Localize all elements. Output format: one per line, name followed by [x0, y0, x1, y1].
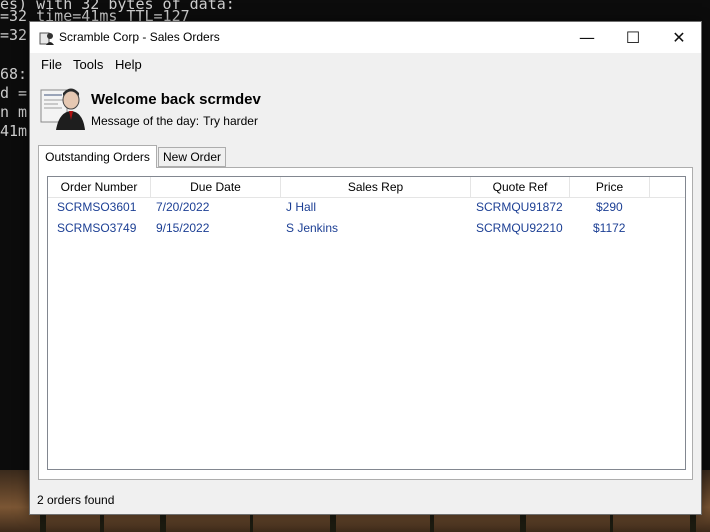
due-date-cell: 7/20/2022 — [156, 200, 210, 214]
close-button[interactable]: ✕ — [656, 22, 702, 53]
menu-tools[interactable]: Tools — [73, 57, 103, 72]
motd-text: Try harder — [203, 114, 258, 128]
welcome-message: Welcome back scrmdev — [91, 91, 261, 108]
terminal-line: n m — [0, 103, 28, 121]
menu-bar: File Tools Help — [30, 53, 701, 76]
column-header-quote-ref[interactable]: Quote Ref — [471, 177, 570, 197]
terminal-line: =32 — [0, 26, 28, 44]
column-header-sales-rep[interactable]: Sales Rep — [281, 177, 471, 197]
welcome-header: Welcome back scrmdev Message of the day:… — [30, 76, 701, 134]
order-row[interactable]: SCRMSO3601 7/20/2022 J Hall SCRMQU91872 … — [48, 197, 685, 218]
sales-orders-window: Scramble Corp - Sales Orders — ☐ ✕ File … — [29, 21, 702, 515]
sales-rep-cell: S Jenkins — [286, 221, 339, 235]
tab-new-order[interactable]: New Order — [158, 147, 226, 167]
menu-file[interactable]: File — [41, 57, 62, 72]
sales-rep-cell: J Hall — [286, 200, 317, 214]
column-header-order-number[interactable]: Order Number — [48, 177, 151, 197]
order-number-cell: SCRMSO3601 — [57, 200, 137, 214]
price-cell: $1172 — [593, 221, 626, 235]
maximize-button[interactable]: ☐ — [610, 22, 656, 53]
message-of-the-day: Message of the day: Try harder — [91, 114, 258, 128]
menu-help[interactable]: Help — [115, 57, 142, 72]
minimize-button[interactable]: — — [564, 22, 610, 53]
price-cell: $290 — [596, 200, 623, 214]
order-row[interactable]: SCRMSO3749 9/15/2022 S Jenkins SCRMQU922… — [48, 218, 685, 239]
column-header-due-date[interactable]: Due Date — [151, 177, 281, 197]
quote-ref-cell: SCRMQU92210 — [476, 221, 563, 235]
terminal-line: 68: — [0, 65, 28, 83]
quote-ref-cell: SCRMQU91872 — [476, 200, 563, 214]
terminal-line: d = — [0, 84, 28, 102]
app-icon — [39, 32, 54, 45]
outstanding-orders-panel: Order Number Due Date Sales Rep Quote Re… — [38, 167, 693, 480]
due-date-cell: 9/15/2022 — [156, 221, 210, 235]
status-text: 2 orders found — [37, 493, 115, 507]
status-bar: 2 orders found — [30, 490, 701, 514]
order-number-cell: SCRMSO3749 — [57, 221, 137, 235]
title-bar[interactable]: Scramble Corp - Sales Orders — ☐ ✕ — [30, 22, 701, 53]
user-avatar-icon — [40, 88, 85, 130]
tab-outstanding-orders[interactable]: Outstanding Orders — [38, 145, 157, 168]
orders-list[interactable]: Order Number Due Date Sales Rep Quote Re… — [47, 176, 686, 470]
column-header-price[interactable]: Price — [570, 177, 650, 197]
window-title: Scramble Corp - Sales Orders — [59, 30, 220, 44]
orders-list-header: Order Number Due Date Sales Rep Quote Re… — [48, 177, 685, 198]
terminal-line: 41m — [0, 122, 28, 140]
motd-label: Message of the day: — [91, 114, 200, 128]
